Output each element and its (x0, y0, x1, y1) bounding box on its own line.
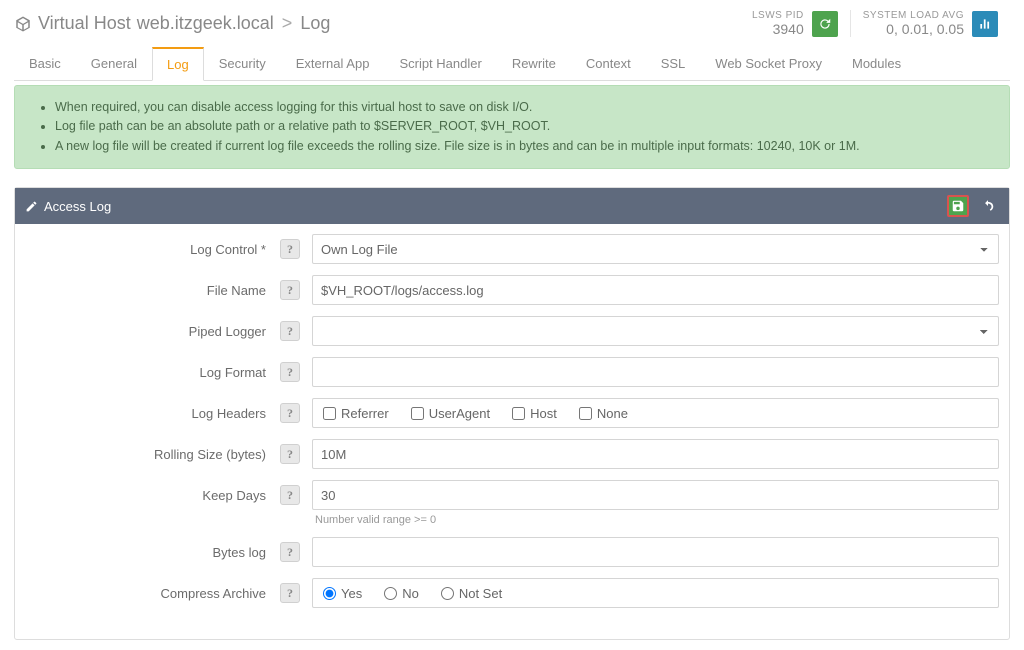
edit-icon (25, 200, 38, 213)
log-header-useragent[interactable]: UserAgent (411, 406, 490, 421)
cube-icon (14, 15, 32, 33)
back-button[interactable] (977, 195, 999, 217)
help-log-control[interactable]: ? (280, 239, 300, 259)
log-header-checkbox-none[interactable] (579, 407, 592, 420)
log-header-label: Referrer (341, 406, 389, 421)
compress-radio-yes[interactable] (323, 587, 336, 600)
info-item: Log file path can be an absolute path or… (55, 117, 993, 136)
help-rolling-size[interactable]: ? (280, 444, 300, 464)
label-piped-logger: Piped Logger (25, 324, 280, 339)
info-item: When required, you can disable access lo… (55, 98, 993, 117)
tab-script-handler[interactable]: Script Handler (384, 47, 496, 81)
tab-ssl[interactable]: SSL (646, 47, 701, 81)
tab-modules[interactable]: Modules (837, 47, 916, 81)
log-header-label: Host (530, 406, 557, 421)
log-header-none[interactable]: None (579, 406, 628, 421)
save-button[interactable] (947, 195, 969, 217)
compress-no[interactable]: No (384, 586, 419, 601)
breadcrumb-prefix: Virtual Host (38, 13, 131, 34)
tab-rewrite[interactable]: Rewrite (497, 47, 571, 81)
compress-not-set[interactable]: Not Set (441, 586, 502, 601)
tab-log[interactable]: Log (152, 47, 204, 81)
help-bytes-log[interactable]: ? (280, 542, 300, 562)
restart-button[interactable] (812, 11, 838, 37)
log-header-checkbox-useragent[interactable] (411, 407, 424, 420)
label-rolling-size: Rolling Size (bytes) (25, 447, 280, 462)
compress-radio-not-set[interactable] (441, 587, 454, 600)
dashboard-button[interactable] (972, 11, 998, 37)
tab-security[interactable]: Security (204, 47, 281, 81)
panel-title: Access Log (44, 199, 111, 214)
stat-load: SYSTEM LOAD AVG 0, 0.01, 0.05 (850, 10, 1010, 37)
help-keep-days[interactable]: ? (280, 485, 300, 505)
tab-external-app[interactable]: External App (281, 47, 385, 81)
stat-load-value: 0, 0.01, 0.05 (863, 21, 964, 37)
label-file-name: File Name (25, 283, 280, 298)
breadcrumb: Virtual Host web.itzgeek.local > Log (14, 13, 330, 34)
info-banner: When required, you can disable access lo… (14, 85, 1010, 169)
tab-basic[interactable]: Basic (14, 47, 76, 81)
log-header-host[interactable]: Host (512, 406, 557, 421)
log-format-input[interactable] (312, 357, 999, 387)
log-header-label: UserAgent (429, 406, 490, 421)
log-header-label: None (597, 406, 628, 421)
log-header-checkbox-host[interactable] (512, 407, 525, 420)
label-compress: Compress Archive (25, 586, 280, 601)
breadcrumb-host: web.itzgeek.local (137, 13, 274, 34)
chart-icon (978, 17, 992, 31)
log-headers-group: Referrer UserAgent Host None (312, 398, 999, 428)
compress-radio-no[interactable] (384, 587, 397, 600)
keep-days-input[interactable] (312, 480, 999, 510)
label-log-control: Log Control * (25, 242, 280, 257)
log-header-referrer[interactable]: Referrer (323, 406, 389, 421)
bytes-log-input[interactable] (312, 537, 999, 567)
access-log-panel: Access Log Log Control * ? Own Log File (14, 187, 1010, 640)
refresh-icon (818, 17, 832, 31)
help-log-headers[interactable]: ? (280, 403, 300, 423)
save-icon (951, 199, 965, 213)
stat-pid: LSWS PID 3940 (740, 10, 850, 37)
log-control-select[interactable]: Own Log File (312, 234, 999, 264)
compress-group: Yes No Not Set (312, 578, 999, 608)
compress-label: Not Set (459, 586, 502, 601)
stat-pid-label: LSWS PID (752, 10, 804, 21)
info-item: A new log file will be created if curren… (55, 137, 993, 156)
keep-days-hint: Number valid range >= 0 (315, 514, 436, 526)
help-log-format[interactable]: ? (280, 362, 300, 382)
label-keep-days: Keep Days (25, 488, 280, 503)
breadcrumb-current: Log (300, 13, 330, 34)
compress-yes[interactable]: Yes (323, 586, 362, 601)
tab-context[interactable]: Context (571, 47, 646, 81)
rolling-size-input[interactable] (312, 439, 999, 469)
stat-pid-value: 3940 (752, 21, 804, 37)
help-compress[interactable]: ? (280, 583, 300, 603)
file-name-input[interactable] (312, 275, 999, 305)
tab-general[interactable]: General (76, 47, 152, 81)
label-bytes-log: Bytes log (25, 545, 280, 560)
compress-label: Yes (341, 586, 362, 601)
compress-label: No (402, 586, 419, 601)
label-log-headers: Log Headers (25, 406, 280, 421)
log-header-checkbox-referrer[interactable] (323, 407, 336, 420)
help-file-name[interactable]: ? (280, 280, 300, 300)
undo-icon (981, 199, 995, 213)
tabs: BasicGeneralLogSecurityExternal AppScrip… (14, 47, 1010, 81)
stat-load-label: SYSTEM LOAD AVG (863, 10, 964, 21)
help-piped-logger[interactable]: ? (280, 321, 300, 341)
label-log-format: Log Format (25, 365, 280, 380)
breadcrumb-sep: > (282, 13, 293, 34)
tab-web-socket-proxy[interactable]: Web Socket Proxy (700, 47, 837, 81)
piped-logger-select[interactable] (312, 316, 999, 346)
